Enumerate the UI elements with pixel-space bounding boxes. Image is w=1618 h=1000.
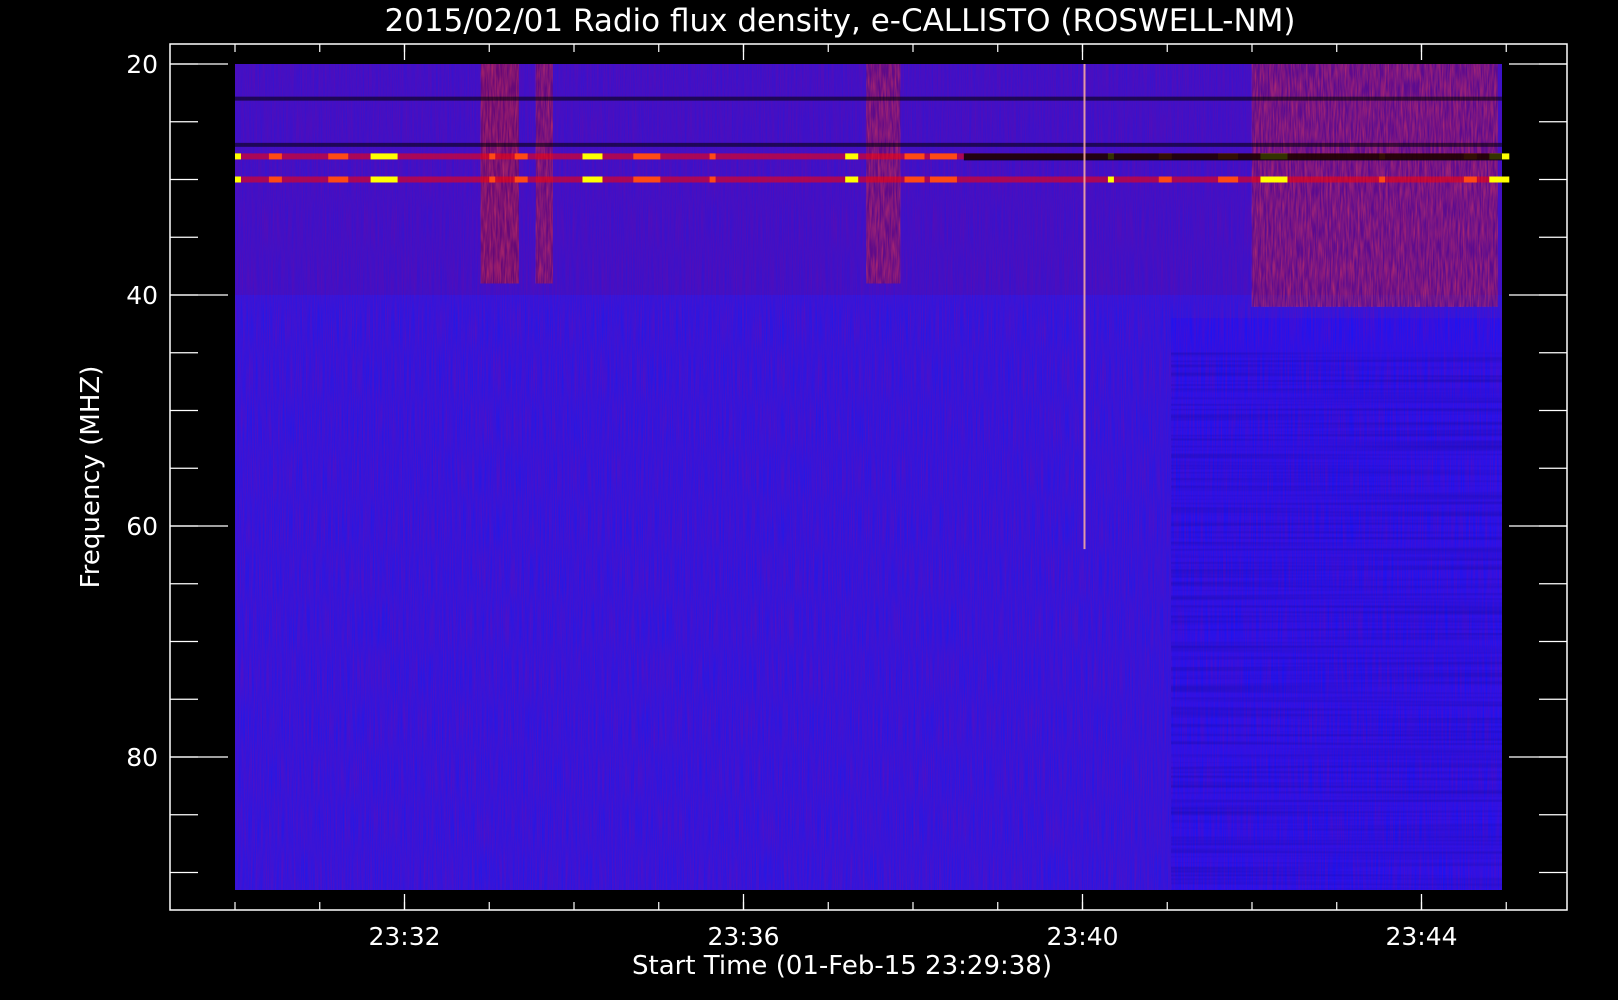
rfi-segment [235,153,241,160]
rfi-line [235,176,1502,183]
rfi-segment [1489,176,1510,183]
rfi-segment [1260,176,1288,183]
rfi-segment [904,153,925,160]
rfi-line [235,142,1502,147]
rfi-segment [709,176,716,183]
rfi-segment [489,176,496,183]
y-tick-label: 20 [126,50,158,79]
rfi-segment [1379,176,1386,183]
rfi-segment [709,153,716,160]
rfi-segment [582,153,603,160]
rfi-line [235,96,1502,101]
rfi-band [235,96,1502,101]
rfi-dark-segment [963,153,1502,161]
y-tick-label: 60 [126,512,158,541]
rfi-segment [633,153,661,160]
y-axis-label: Frequency (MHZ) [76,366,106,589]
rfi-segment [328,176,349,183]
rfi-segment [582,176,603,183]
rfi-segment [929,153,957,160]
spectrogram-svg: 2015/02/01 Radio flux density, e-CALLIST… [76,3,1568,981]
x-axis-label: Start Time (01-Feb-15 23:29:38) [632,951,1052,981]
rfi-segment [633,176,661,183]
rfi-segment [370,153,398,160]
rfi-segment [268,153,282,160]
rfi-band [235,142,1502,147]
rfi-segment [235,176,241,183]
rfi-segment [328,153,349,160]
x-tick-label: 23:36 [707,922,779,951]
rfi-segment [268,176,282,183]
rfi-segment [489,153,496,160]
heatmap-area [235,64,1510,891]
rfi-segment [929,176,957,183]
rfi-segment [514,153,528,160]
y-tick-label: 80 [126,743,158,772]
y-tick-label: 40 [126,281,158,310]
rfi-segment [845,153,859,160]
rfi-segment [845,176,859,183]
rfi-band [235,176,1510,183]
rfi-segment [1463,176,1477,183]
heatmap-noise-bands [1171,352,1502,890]
rfi-segment [514,176,528,183]
rfi-segment [904,176,925,183]
chart-title: 2015/02/01 Radio flux density, e-CALLIST… [384,3,1295,39]
x-tick-label: 23:40 [1046,922,1118,951]
spectrogram-chart: 2015/02/01 Radio flux density, e-CALLIST… [0,0,1618,1000]
x-tick-label: 23:32 [368,922,440,951]
rfi-segment [1218,176,1239,183]
rfi-segment [370,176,398,183]
rfi-segment [1107,176,1114,183]
x-tick-label: 23:44 [1385,922,1457,951]
rfi-segment [1158,176,1172,183]
